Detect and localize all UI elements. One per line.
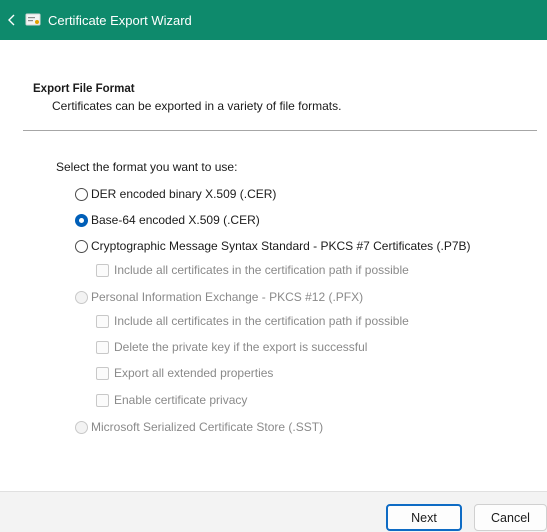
sst-label: Microsoft Serialized Certificate Store (… [91, 420, 324, 434]
option-pfx-include-all[interactable]: Include all certificates in the certific… [96, 314, 409, 328]
pfx-delete-key-label: Delete the private key if the export is … [114, 340, 368, 354]
pfx-privacy-label: Enable certificate privacy [114, 393, 248, 407]
pkcs7-include-all-label: Include all certificates in the certific… [114, 263, 409, 277]
sst-radio[interactable] [75, 420, 88, 434]
option-pfx[interactable]: Personal Information Exchange - PKCS #12… [75, 290, 363, 304]
page-description: Certificates can be exported in a variet… [52, 99, 342, 113]
option-sst[interactable]: Microsoft Serialized Certificate Store (… [75, 420, 323, 434]
certificate-wizard-icon [25, 12, 41, 28]
pfx-privacy-checkbox[interactable] [96, 393, 109, 407]
page-title: Export File Format [33, 83, 135, 95]
pfx-include-all-label: Include all certificates in the certific… [114, 314, 409, 328]
pfx-include-all-checkbox[interactable] [96, 314, 109, 328]
base64-label: Base-64 encoded X.509 (.CER) [91, 213, 260, 227]
option-pkcs7-include-all[interactable]: Include all certificates in the certific… [96, 263, 409, 277]
pkcs7-include-all-checkbox[interactable] [96, 263, 109, 277]
pfx-radio[interactable] [75, 290, 88, 304]
option-der[interactable]: DER encoded binary X.509 (.CER) [75, 187, 276, 201]
option-pkcs7[interactable]: Cryptographic Message Syntax Standard - … [75, 239, 471, 253]
next-button[interactable]: Next [386, 504, 462, 531]
pfx-label: Personal Information Exchange - PKCS #12… [91, 290, 364, 304]
header-separator [23, 130, 537, 131]
title-bar: Certificate Export Wizard [0, 0, 547, 40]
footer-bar: Next Cancel [0, 491, 547, 532]
window-title: Certificate Export Wizard [48, 12, 192, 28]
der-radio[interactable] [75, 187, 88, 201]
pkcs7-radio[interactable] [75, 239, 88, 253]
option-pfx-privacy[interactable]: Enable certificate privacy [96, 393, 247, 407]
option-base64[interactable]: Base-64 encoded X.509 (.CER) [75, 213, 260, 227]
option-pfx-delete-key[interactable]: Delete the private key if the export is … [96, 340, 367, 354]
cancel-button[interactable]: Cancel [474, 504, 547, 531]
option-pfx-export-ext[interactable]: Export all extended properties [96, 366, 273, 380]
pkcs7-label: Cryptographic Message Syntax Standard - … [91, 239, 471, 253]
format-prompt: Select the format you want to use: [56, 160, 238, 174]
content-top-area [0, 40, 547, 70]
base64-radio[interactable] [75, 213, 88, 227]
back-arrow-icon[interactable] [5, 13, 19, 27]
pfx-export-ext-label: Export all extended properties [114, 366, 274, 380]
pfx-delete-key-checkbox[interactable] [96, 340, 109, 354]
der-label: DER encoded binary X.509 (.CER) [91, 187, 277, 201]
pfx-export-ext-checkbox[interactable] [96, 366, 109, 380]
